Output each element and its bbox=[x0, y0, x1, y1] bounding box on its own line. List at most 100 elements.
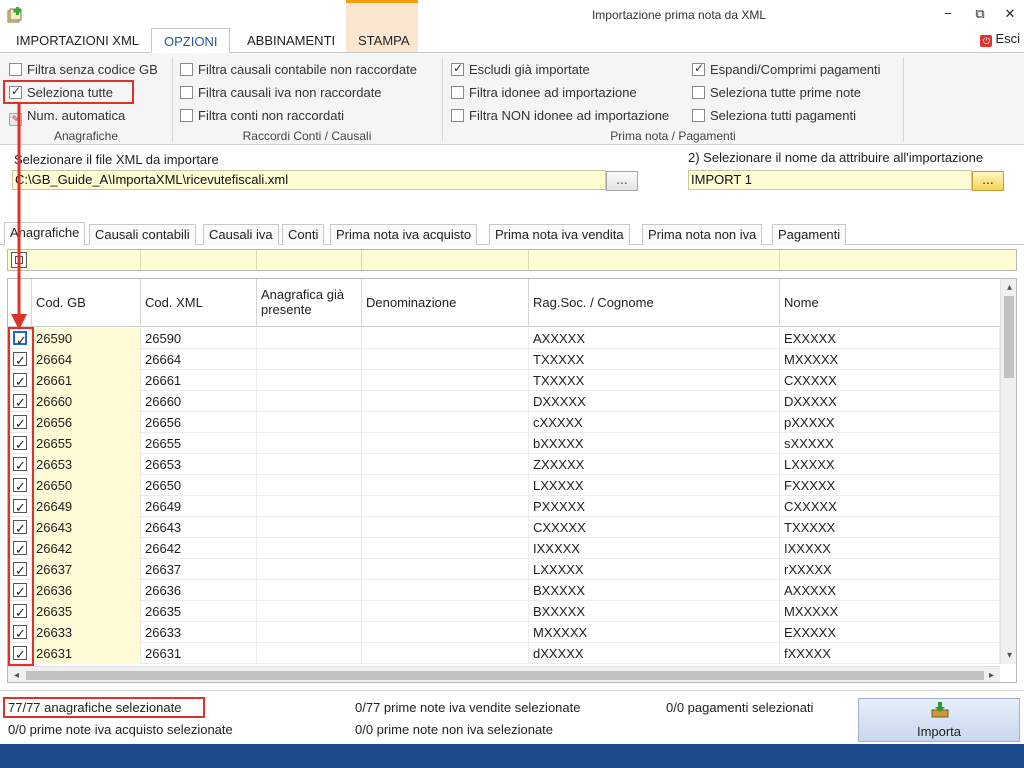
cell-ragsoc[interactable]: BXXXXX bbox=[529, 580, 780, 601]
cell-denominazione[interactable] bbox=[362, 496, 529, 517]
cell-ragsoc[interactable]: CXXXXX bbox=[529, 517, 780, 538]
cell-anagrafica-presente[interactable] bbox=[257, 496, 362, 517]
cell-cod-gb[interactable]: 26653 bbox=[32, 454, 141, 475]
cell-anagrafica-presente[interactable] bbox=[257, 643, 362, 664]
cell-nome[interactable]: DXXXXX bbox=[780, 391, 1000, 412]
cell-cod-xml[interactable]: 26643 bbox=[141, 517, 257, 538]
cell-denominazione[interactable] bbox=[362, 580, 529, 601]
cell-denominazione[interactable] bbox=[362, 454, 529, 475]
seleziona-pagamenti-option[interactable]: Seleziona tutti pagamenti bbox=[692, 108, 856, 123]
cell-denominazione[interactable] bbox=[362, 475, 529, 496]
table-row[interactable]: 2663326633 MXXXXXEXXXXX bbox=[8, 622, 1000, 643]
table-row[interactable]: 2665026650 LXXXXXFXXXXX bbox=[8, 475, 1000, 496]
cell-cod-gb[interactable]: 26635 bbox=[32, 601, 141, 622]
filtra-non-idonee-option[interactable]: Filtra NON idonee ad importazione bbox=[451, 108, 669, 123]
cell-cod-xml[interactable]: 26590 bbox=[141, 328, 257, 349]
cell-cod-xml[interactable]: 26631 bbox=[141, 643, 257, 664]
cell-anagrafica-presente[interactable] bbox=[257, 601, 362, 622]
cell-ragsoc[interactable]: PXXXXX bbox=[529, 496, 780, 517]
cell-anagrafica-presente[interactable] bbox=[257, 622, 362, 643]
header-cod-xml[interactable]: Cod. XML bbox=[141, 279, 257, 327]
cell-denominazione[interactable] bbox=[362, 328, 529, 349]
cell-anagrafica-presente[interactable] bbox=[257, 580, 362, 601]
seleziona-prime-note-option[interactable]: Seleziona tutte prime note bbox=[692, 85, 861, 100]
cell-cod-gb[interactable]: 26660 bbox=[32, 391, 141, 412]
cell-anagrafica-presente[interactable] bbox=[257, 517, 362, 538]
scroll-up-icon[interactable]: ▴ bbox=[1001, 279, 1016, 296]
header-denominazione[interactable]: Denominazione bbox=[362, 279, 529, 327]
cell-ragsoc[interactable]: DXXXXX bbox=[529, 391, 780, 412]
cell-cod-xml[interactable]: 26664 bbox=[141, 349, 257, 370]
cell-denominazione[interactable] bbox=[362, 559, 529, 580]
table-row[interactable]: 2666026660 DXXXXXDXXXXX bbox=[8, 391, 1000, 412]
horizontal-scrollbar[interactable]: ◂ ▸ bbox=[8, 666, 1000, 682]
table-row[interactable]: 2663126631 dXXXXXfXXXXX bbox=[8, 643, 1000, 664]
cell-anagrafica-presente[interactable] bbox=[257, 412, 362, 433]
cell-nome[interactable]: LXXXXX bbox=[780, 454, 1000, 475]
cell-cod-xml[interactable]: 26661 bbox=[141, 370, 257, 391]
scroll-left-icon[interactable]: ◂ bbox=[8, 667, 25, 682]
escludi-importate-option[interactable]: Escludi già importate bbox=[451, 61, 590, 77]
cell-cod-xml[interactable]: 26650 bbox=[141, 475, 257, 496]
cell-cod-gb[interactable]: 26636 bbox=[32, 580, 141, 601]
cell-nome[interactable]: IXXXXX bbox=[780, 538, 1000, 559]
header-nome[interactable]: Nome bbox=[780, 279, 1000, 327]
filter-causali-contabile-option[interactable]: Filtra causali contabile non raccordate bbox=[180, 62, 417, 77]
cell-denominazione[interactable] bbox=[362, 601, 529, 622]
close-window-button[interactable]: ✕ bbox=[998, 4, 1022, 24]
cell-ragsoc[interactable]: LXXXXX bbox=[529, 559, 780, 580]
cell-nome[interactable]: sXXXXX bbox=[780, 433, 1000, 454]
cell-ragsoc[interactable]: cXXXXX bbox=[529, 412, 780, 433]
cell-nome[interactable]: FXXXXX bbox=[780, 475, 1000, 496]
cell-anagrafica-presente[interactable] bbox=[257, 370, 362, 391]
tab-prima-nota-iva-acquisto[interactable]: Prima nota iva acquisto bbox=[330, 224, 478, 245]
tab-stampa[interactable]: STAMPA bbox=[346, 28, 422, 53]
table-row[interactable]: 2665526655 bXXXXXsXXXXX bbox=[8, 433, 1000, 454]
exit-button[interactable]: ⏻ Esci bbox=[980, 31, 1020, 47]
tab-pagamenti[interactable]: Pagamenti bbox=[772, 224, 847, 245]
browse-name-button[interactable]: ... bbox=[972, 171, 1004, 191]
cell-cod-xml[interactable]: 26660 bbox=[141, 391, 257, 412]
cell-nome[interactable]: TXXXXX bbox=[780, 517, 1000, 538]
cell-cod-xml[interactable]: 26655 bbox=[141, 433, 257, 454]
cell-denominazione[interactable] bbox=[362, 412, 529, 433]
cell-anagrafica-presente[interactable] bbox=[257, 391, 362, 412]
scroll-right-icon[interactable]: ▸ bbox=[983, 667, 1000, 682]
tab-opzioni[interactable]: OPZIONI bbox=[151, 28, 231, 53]
table-row[interactable]: 2664926649 PXXXXXCXXXXX bbox=[8, 496, 1000, 517]
cell-cod-gb[interactable]: 26642 bbox=[32, 538, 141, 559]
table-row[interactable]: 2666126661 TXXXXXCXXXXX bbox=[8, 370, 1000, 391]
minimize-button[interactable]: − bbox=[936, 4, 960, 24]
import-name-field[interactable]: IMPORT 1 bbox=[688, 170, 972, 190]
filter-causali-iva-option[interactable]: Filtra causali iva non raccordate bbox=[180, 85, 382, 100]
filter-cell-denominazione[interactable] bbox=[362, 250, 529, 270]
tab-causali-iva[interactable]: Causali iva bbox=[203, 224, 279, 245]
filter-cell-ragsoc[interactable] bbox=[529, 250, 780, 270]
cell-ragsoc[interactable]: IXXXXX bbox=[529, 538, 780, 559]
cell-cod-gb[interactable]: 26650 bbox=[32, 475, 141, 496]
cell-cod-xml[interactable]: 26637 bbox=[141, 559, 257, 580]
cell-denominazione[interactable] bbox=[362, 433, 529, 454]
cell-cod-xml[interactable]: 26642 bbox=[141, 538, 257, 559]
cell-ragsoc[interactable]: MXXXXX bbox=[529, 622, 780, 643]
cell-cod-gb[interactable]: 26643 bbox=[32, 517, 141, 538]
cell-denominazione[interactable] bbox=[362, 391, 529, 412]
filter-cell-cod-xml[interactable] bbox=[141, 250, 257, 270]
tab-conti[interactable]: Conti bbox=[282, 224, 325, 245]
cell-anagrafica-presente[interactable] bbox=[257, 454, 362, 475]
cell-denominazione[interactable] bbox=[362, 622, 529, 643]
cell-nome[interactable]: MXXXXX bbox=[780, 349, 1000, 370]
cell-cod-xml[interactable]: 26635 bbox=[141, 601, 257, 622]
cell-cod-gb[interactable]: 26633 bbox=[32, 622, 141, 643]
tab-importazioni-xml[interactable]: IMPORTAZIONI XML bbox=[4, 28, 151, 53]
table-row[interactable]: 2663526635 BXXXXXMXXXXX bbox=[8, 601, 1000, 622]
table-row[interactable]: 2665626656 cXXXXXpXXXXX bbox=[8, 412, 1000, 433]
xml-path-field[interactable]: C:\GB_Guide_A\ImportaXML\ricevutefiscali… bbox=[12, 170, 606, 190]
filter-cell-anagrafica[interactable] bbox=[257, 250, 362, 270]
cell-denominazione[interactable] bbox=[362, 517, 529, 538]
cell-ragsoc[interactable]: TXXXXX bbox=[529, 349, 780, 370]
filter-conti-option[interactable]: Filtra conti non raccordati bbox=[180, 108, 344, 123]
header-anagrafica-presente[interactable]: Anagrafica già presente bbox=[257, 279, 362, 327]
cell-cod-gb[interactable]: 26664 bbox=[32, 349, 141, 370]
cell-ragsoc[interactable]: dXXXXX bbox=[529, 643, 780, 664]
